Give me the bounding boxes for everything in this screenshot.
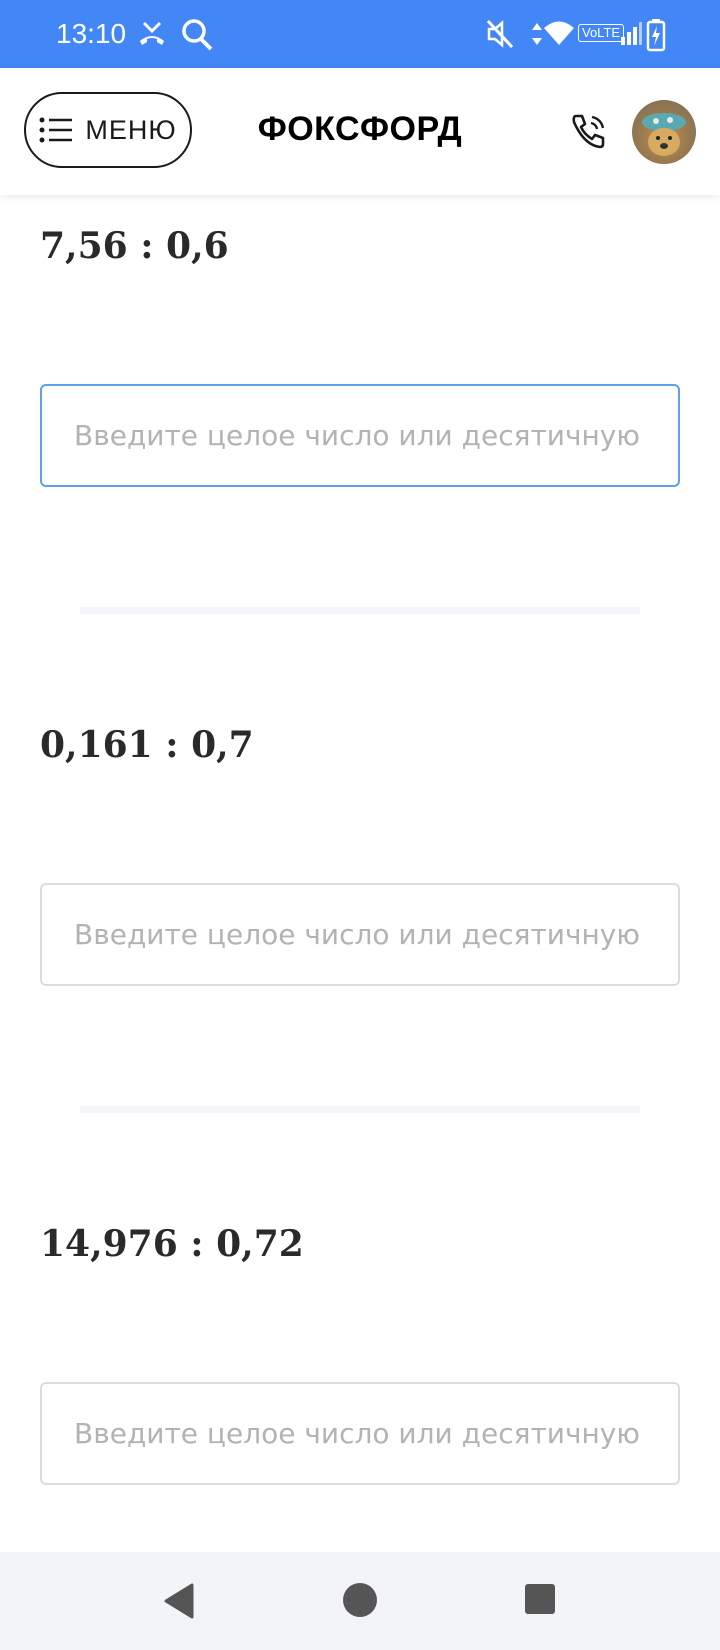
signal-icon — [621, 22, 642, 45]
home-icon[interactable] — [342, 1582, 378, 1618]
answer-input-3[interactable] — [40, 1382, 680, 1485]
app-header: МЕНЮ ФОКСФОРД — [0, 68, 720, 195]
status-bar: 13:10 VoLTE — [0, 0, 720, 68]
section-divider — [80, 607, 640, 614]
problem-expression-3: 14,976 : 0,72 — [40, 1223, 304, 1265]
status-time: 13:10 — [56, 18, 127, 49]
answer-input-2[interactable] — [40, 883, 680, 986]
missed-call-icon — [140, 21, 164, 45]
problem-expression-1: 7,56 : 0,6 — [40, 225, 229, 267]
avatar[interactable] — [632, 100, 696, 164]
back-icon[interactable] — [162, 1582, 196, 1620]
answer-input-1[interactable] — [40, 384, 680, 487]
phone-call-icon[interactable] — [570, 112, 608, 150]
wifi-icon — [544, 21, 574, 45]
problem-expression-2: 0,161 : 0,7 — [40, 724, 254, 766]
search-icon — [182, 19, 213, 51]
system-nav-bar — [0, 1552, 720, 1650]
section-divider — [80, 1106, 640, 1113]
mute-icon — [486, 19, 514, 49]
volte-badge: VoLTE — [578, 24, 625, 42]
battery-charging-icon — [646, 19, 666, 52]
brand-logo[interactable]: ФОКСФОРД — [0, 110, 720, 149]
user-avatar-image — [642, 113, 686, 156]
recents-icon[interactable] — [524, 1583, 556, 1615]
